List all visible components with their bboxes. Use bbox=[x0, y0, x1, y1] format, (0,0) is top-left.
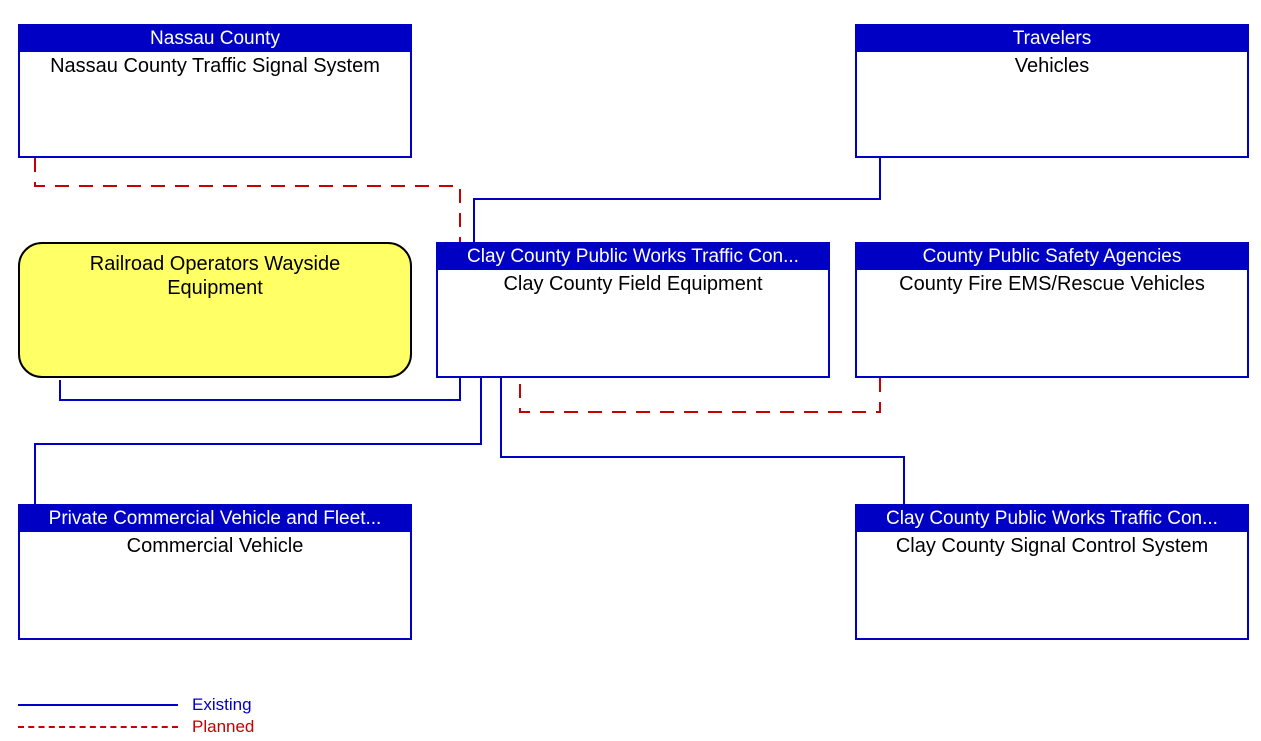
node-nassau[interactable]: Nassau County Nassau County Traffic Sign… bbox=[18, 24, 412, 158]
node-travelers-body: Vehicles bbox=[857, 52, 1247, 78]
node-clay-signal-body: Clay County Signal Control System bbox=[857, 532, 1247, 558]
node-clay-signal[interactable]: Clay County Public Works Traffic Con... … bbox=[855, 504, 1249, 640]
connector-nassau-clay-planned bbox=[35, 158, 460, 243]
connector-clay-commercial-existing bbox=[35, 378, 481, 504]
legend-existing-row: Existing bbox=[18, 694, 254, 716]
node-commercial[interactable]: Private Commercial Vehicle and Fleet... … bbox=[18, 504, 412, 640]
node-railroad-body-line2: Equipment bbox=[167, 277, 263, 299]
node-nassau-header: Nassau County bbox=[20, 26, 410, 52]
connector-safety-clay-planned bbox=[520, 378, 880, 412]
node-clay-signal-header: Clay County Public Works Traffic Con... bbox=[857, 506, 1247, 532]
legend-planned-label: Planned bbox=[192, 717, 254, 737]
node-county-safety[interactable]: County Public Safety Agencies County Fir… bbox=[855, 242, 1249, 378]
node-railroad-body-line1: Railroad Operators Wayside bbox=[90, 253, 340, 275]
node-travelers-header: Travelers bbox=[857, 26, 1247, 52]
legend-existing-label: Existing bbox=[192, 695, 252, 715]
connector-clay-signal-existing bbox=[501, 378, 904, 504]
legend-planned-row: Planned bbox=[18, 716, 254, 738]
legend-existing-line bbox=[18, 704, 178, 706]
node-nassau-body: Nassau County Traffic Signal System bbox=[20, 52, 410, 78]
node-clay-center[interactable]: Clay County Public Works Traffic Con... … bbox=[436, 242, 830, 378]
node-railroad[interactable]: Railroad Operators Wayside Equipment bbox=[18, 242, 412, 378]
legend-planned-line bbox=[18, 726, 178, 728]
node-commercial-body: Commercial Vehicle bbox=[20, 532, 410, 558]
node-clay-center-header: Clay County Public Works Traffic Con... bbox=[438, 244, 828, 270]
node-clay-center-body: Clay County Field Equipment bbox=[438, 270, 828, 296]
node-county-safety-header: County Public Safety Agencies bbox=[857, 244, 1247, 270]
legend: Existing Planned bbox=[18, 694, 254, 738]
node-county-safety-body: County Fire EMS/Rescue Vehicles bbox=[857, 270, 1247, 296]
connector-travelers-clay-existing bbox=[474, 158, 880, 243]
node-commercial-header: Private Commercial Vehicle and Fleet... bbox=[20, 506, 410, 532]
node-railroad-body: Railroad Operators Wayside Equipment bbox=[20, 244, 410, 300]
connector-railroad-clay-existing bbox=[60, 378, 460, 400]
node-travelers[interactable]: Travelers Vehicles bbox=[855, 24, 1249, 158]
